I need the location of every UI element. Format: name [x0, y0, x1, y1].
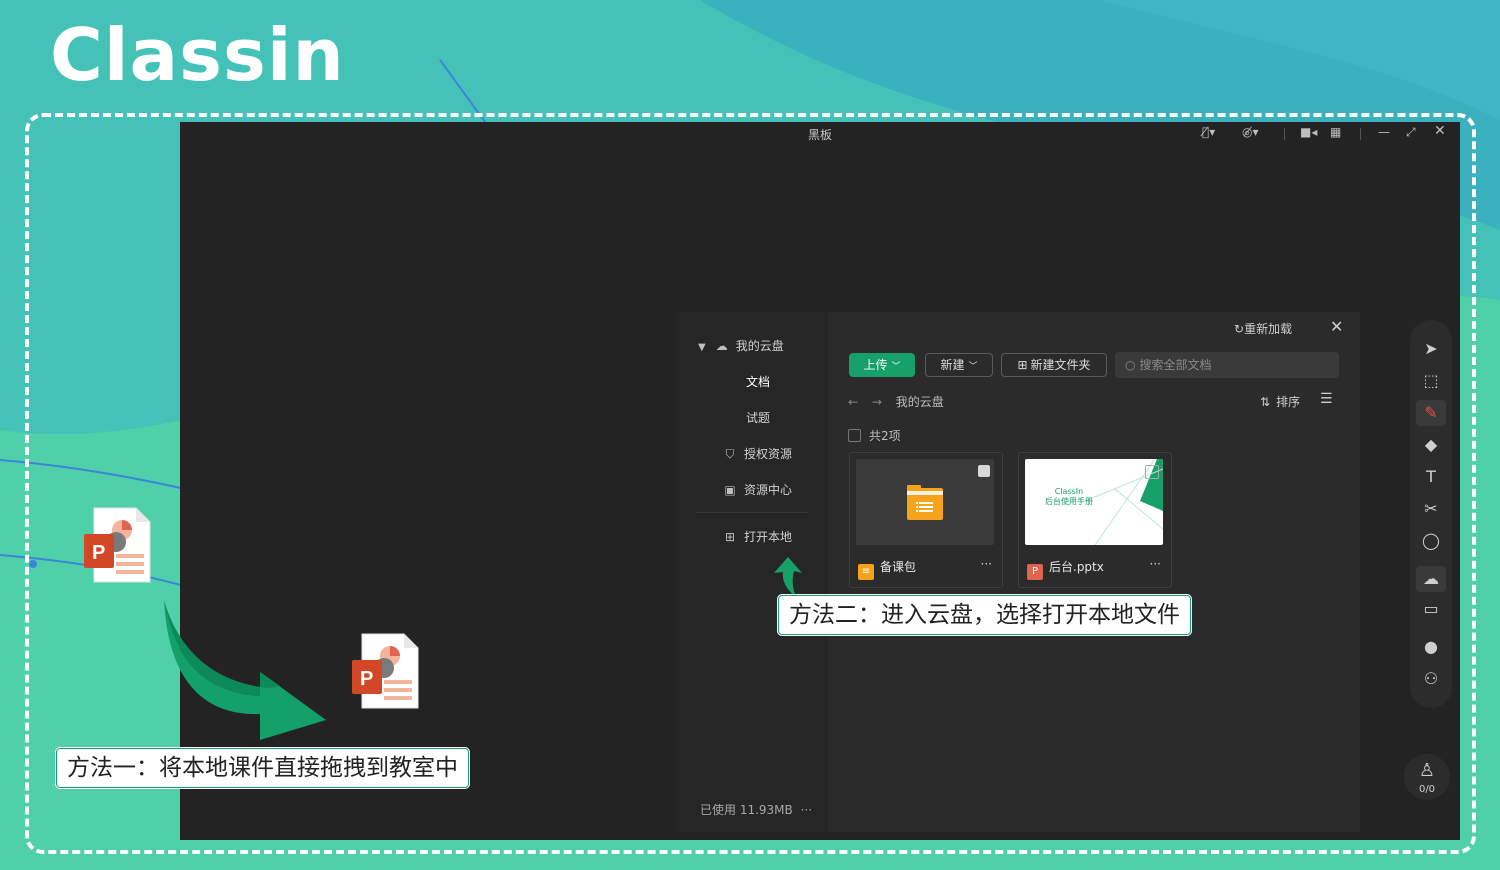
item-count: 共2项 — [869, 429, 901, 443]
classin-logo: Classin — [50, 13, 345, 97]
storage-usage: 已使用 11.93MB ··· — [700, 801, 812, 818]
board-toolbar: ➤ ⬚ ✎ ◆ T ✂ ◯ ☁ ▭ ● ⚇ — [1410, 320, 1452, 708]
file-name-text: 备课包 — [880, 560, 917, 574]
forward-arrow-icon[interactable]: → — [872, 395, 882, 409]
pointer-arrow-icon — [774, 557, 802, 597]
cloud-icon: ☁ — [715, 339, 728, 353]
pptx-file-icon: P — [352, 633, 419, 709]
shape-icon[interactable]: ◯ — [1416, 528, 1446, 554]
breadcrumb-current[interactable]: 我的云盘 — [896, 395, 944, 409]
list-view-icon[interactable]: ☰ — [1320, 391, 1333, 407]
new-folder-button[interactable]: ⊞ 新建文件夹 — [1001, 353, 1107, 377]
pen-icon[interactable]: ✎ — [1416, 400, 1446, 426]
folder-plus-icon: ⊞ — [1017, 358, 1028, 372]
new-button[interactable]: 新建 ﹀ — [925, 353, 993, 377]
minimize-icon[interactable]: — — [1378, 125, 1390, 139]
folder-thumbnail — [856, 459, 994, 545]
sidebar-label: 打开本地 — [744, 530, 793, 544]
reload-button[interactable]: ↻重新加载 — [1234, 320, 1292, 337]
sort-button[interactable]: ⇅ 排序 — [1260, 393, 1300, 410]
caret-down-icon: ▼ — [698, 342, 706, 353]
sidebar-label: 我的云盘 — [735, 339, 784, 353]
back-arrow-icon[interactable]: ← — [848, 395, 858, 409]
text-icon[interactable]: T — [1416, 464, 1446, 490]
board-title: 黑板 — [807, 128, 832, 142]
board-title-bar: 黑板 🎙̸▾ ◎̸▾ ■◂ ▦ — ⤢ ✕ — [180, 122, 1460, 146]
eraser-icon[interactable]: ◆ — [1416, 432, 1446, 458]
cloud-icon[interactable]: ☁ — [1416, 566, 1446, 592]
new-folder-label: 新建文件夹 — [1030, 358, 1091, 372]
cursor-icon[interactable]: ➤ — [1416, 336, 1446, 362]
reload-label: 重新加载 — [1244, 322, 1293, 336]
pptx-small-icon: P — [1027, 564, 1043, 580]
folder-icon — [907, 485, 943, 520]
more-icon[interactable]: ··· — [981, 557, 992, 571]
seat-count: 0/0 — [1418, 784, 1436, 795]
file-card-folder[interactable]: ≡ 备课包 ··· — [849, 452, 1003, 588]
shield-icon: ⛉ — [725, 447, 735, 461]
more-icon[interactable]: ··· — [801, 803, 812, 817]
sidebar-item-my-cloud[interactable]: ▼ ☁ 我的云盘 — [698, 337, 784, 354]
chevron-down-icon: ﹀ — [891, 362, 901, 372]
slide-title-line1: ClassIn — [1054, 487, 1084, 496]
seat-icon: ♙ — [1418, 760, 1436, 781]
sidebar-label: 授权资源 — [744, 447, 793, 461]
folder-plus-icon: ⊞ — [724, 530, 736, 544]
sidebar-item-documents[interactable]: 文档 — [746, 373, 770, 390]
sidebar-item-open-local[interactable]: ⊞ 打开本地 — [722, 528, 792, 545]
search-input[interactable]: ○ 搜索全部文档 — [1115, 352, 1339, 378]
file-card-pptx[interactable]: ClassIn 后台使用手册 P 后台.pptx ··· — [1018, 452, 1172, 588]
slide-title: ClassIn 后台使用手册 — [1041, 487, 1097, 507]
file-name-text: 后台.pptx — [1049, 560, 1104, 574]
refresh-icon: ↻ — [1234, 322, 1245, 336]
close-icon[interactable]: ✕ — [1434, 123, 1446, 139]
sidebar-label: 资源中心 — [744, 483, 793, 497]
slide-title-line2: 后台使用手册 — [1045, 497, 1093, 506]
divider — [1284, 128, 1285, 140]
sort-label: 排序 — [1276, 395, 1301, 409]
svg-text:P: P — [360, 668, 373, 690]
video-icon[interactable]: ■◂ — [1300, 125, 1317, 139]
sort-icon: ⇅ — [1260, 395, 1271, 409]
toolbox-icon[interactable]: ▭ — [1416, 596, 1446, 622]
mic-muted-icon[interactable]: 🎙̸▾ — [1202, 125, 1215, 139]
seat-button[interactable]: ♙ 0/0 — [1404, 754, 1450, 800]
chevron-down-icon: ﹀ — [968, 362, 978, 372]
scissors-icon[interactable]: ✂ — [1416, 496, 1446, 522]
divider — [1360, 128, 1361, 140]
pptx-thumbnail: ClassIn 后台使用手册 — [1025, 459, 1163, 545]
sidebar-item-licensed[interactable]: ⛉ 授权资源 — [722, 445, 792, 462]
new-label: 新建 — [940, 358, 965, 372]
upload-label: 上传 — [863, 358, 888, 372]
card-checkbox[interactable] — [1145, 465, 1159, 479]
pptx-file-icon: P — [84, 507, 151, 583]
file-name: P 后台.pptx — [1027, 558, 1104, 580]
card-checkbox[interactable] — [978, 465, 990, 477]
panel-close-icon[interactable]: ✕ — [1330, 317, 1343, 336]
upload-button[interactable]: 上传 ﹀ — [849, 353, 915, 377]
users-icon[interactable]: ⚇ — [1416, 666, 1446, 692]
search-icon: ○ — [1125, 358, 1136, 372]
folder-small-icon: ≡ — [858, 564, 874, 580]
box-icon: ▣ — [724, 483, 736, 497]
breadcrumb: ← → 我的云盘 — [848, 393, 944, 410]
search-placeholder: 搜索全部文档 — [1139, 358, 1212, 372]
fullscreen-icon[interactable]: ⤢ — [1406, 125, 1416, 140]
sidebar-item-quizzes[interactable]: 试题 — [746, 409, 770, 426]
grid-icon[interactable]: ▦ — [1330, 125, 1341, 139]
chat-icon[interactable]: ● — [1416, 634, 1446, 660]
divider — [696, 512, 808, 513]
more-icon[interactable]: ··· — [1150, 557, 1161, 571]
svg-text:P: P — [92, 542, 105, 564]
method-two-callout: 方法二：进入云盘，选择打开本地文件 — [778, 595, 1191, 635]
select-all[interactable]: 共2项 — [848, 427, 901, 444]
select-all-checkbox[interactable] — [848, 429, 861, 442]
sidebar-item-resource-center[interactable]: ▣ 资源中心 — [722, 481, 792, 498]
usage-text: 已使用 11.93MB — [700, 803, 793, 817]
select-area-icon[interactable]: ⬚ — [1416, 368, 1446, 394]
method-one-callout: 方法一：将本地课件直接拖拽到教室中 — [56, 748, 469, 788]
file-name: ≡ 备课包 — [858, 558, 916, 580]
drag-arrow-icon — [164, 600, 326, 740]
camera-muted-icon[interactable]: ◎̸▾ — [1242, 125, 1259, 139]
